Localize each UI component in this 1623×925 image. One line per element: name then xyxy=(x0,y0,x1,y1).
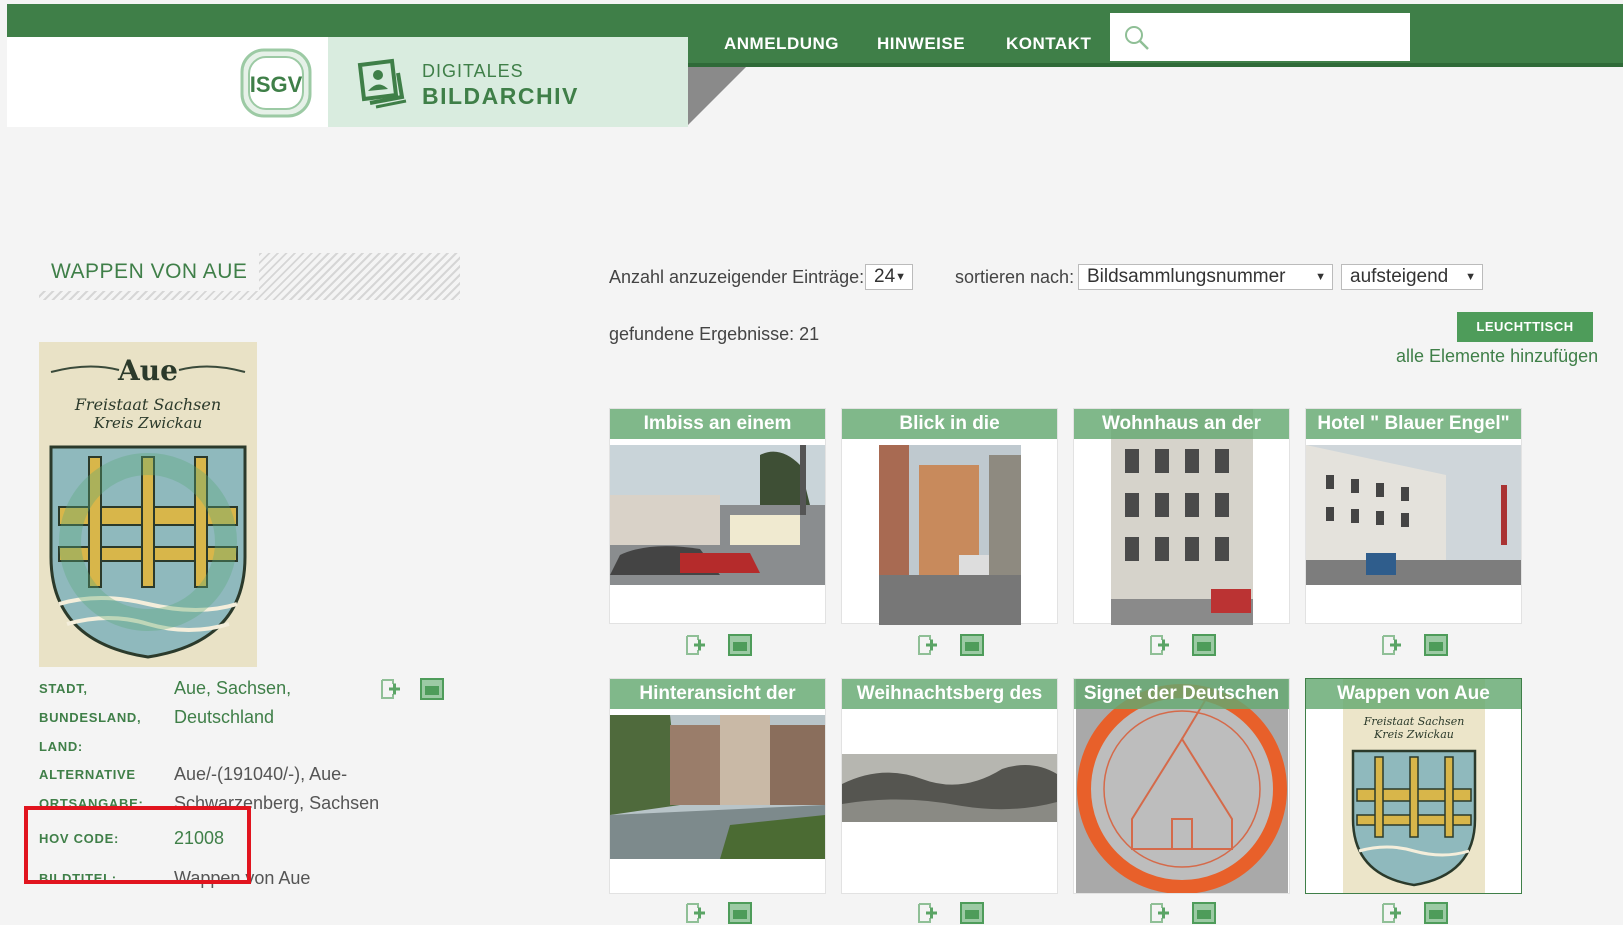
image-view-icon[interactable] xyxy=(420,677,445,701)
add-to-lighttable-icon[interactable] xyxy=(683,633,707,657)
search-icon[interactable] xyxy=(1124,25,1150,51)
isgv-logo-text: ISGV xyxy=(250,72,303,97)
sort-label: sortieren nach: xyxy=(955,267,1075,287)
photo-archive-icon xyxy=(357,58,407,109)
brand-line1: DIGITALES xyxy=(422,61,524,81)
result-image xyxy=(610,715,825,859)
result-actions-6 xyxy=(841,901,1058,925)
nav-anmeldung[interactable]: ANMELDUNG xyxy=(724,34,839,54)
entries-select[interactable]: 24 ▼ xyxy=(865,264,913,290)
result-image: Freistaat Sachsen Kreis Zwickau xyxy=(1343,679,1485,893)
sort-order-value: aufsteigend xyxy=(1350,266,1449,287)
add-to-lighttable-icon[interactable] xyxy=(1379,901,1403,925)
result-tile-8[interactable]: Wappen von Aue Freistaat Sachsen Kreis Z… xyxy=(1305,678,1522,894)
add-to-lighttable-icon[interactable] xyxy=(915,633,939,657)
image-view-icon[interactable] xyxy=(959,633,984,657)
result-actions-1 xyxy=(609,633,826,657)
chevron-down-icon: ▼ xyxy=(1465,271,1476,283)
chevron-down-icon: ▼ xyxy=(895,271,906,283)
sort-order-select[interactable]: aufsteigend ▼ xyxy=(1341,264,1483,290)
results-count: gefundene Ergebnisse: 21 xyxy=(609,324,820,344)
coat-caption-state: Freistaat Sachsen xyxy=(74,395,221,414)
result-title: Signet der Deutschen xyxy=(1074,679,1289,709)
result-actions-3 xyxy=(1073,633,1290,657)
record-title: WAPPEN VON AUE xyxy=(39,253,260,291)
image-view-icon[interactable] xyxy=(727,633,752,657)
result-coat-caption-state: Freistaat Sachsen xyxy=(1363,715,1465,728)
isgv-logo[interactable]: ISGV xyxy=(240,48,312,118)
coat-caption-district: Kreis Zwickau xyxy=(93,414,203,432)
result-image xyxy=(1306,445,1521,585)
add-to-lighttable-icon[interactable] xyxy=(1147,901,1171,925)
image-view-icon[interactable] xyxy=(959,901,984,925)
result-actions-4 xyxy=(1305,633,1522,657)
result-image xyxy=(1111,409,1253,625)
add-all-link[interactable]: alle Elemente hinzufügen xyxy=(1396,346,1598,367)
entries-select-value: 24 xyxy=(874,266,896,287)
meta-label-hov-code: HOV CODE: xyxy=(39,831,119,846)
search-input[interactable] xyxy=(1158,21,1402,53)
nav-underline xyxy=(688,63,1623,67)
result-actions-7 xyxy=(1073,901,1290,925)
meta-value-title: Wappen von Aue xyxy=(174,868,311,888)
meta-label-alternative: ALTERNATIVE ORTSANGABE: xyxy=(39,767,144,811)
meta-label-location: STADT, BUNDESLAND, LAND: xyxy=(39,681,142,754)
brand-banner[interactable]: DIGITALES BILDARCHIV xyxy=(328,37,688,127)
result-coat-caption-district: Kreis Zwickau xyxy=(1373,728,1454,741)
record-main-image[interactable]: Aue Freistaat Sachsen Kreis Zwickau xyxy=(39,342,257,667)
result-tile-3[interactable]: Wohnhaus an der xyxy=(1073,408,1290,625)
add-to-lighttable-icon[interactable] xyxy=(683,901,707,925)
result-tile-7[interactable]: Signet der Deutschen xyxy=(1073,678,1290,894)
result-actions-5 xyxy=(609,901,826,925)
add-to-lighttable-icon[interactable] xyxy=(915,901,939,925)
image-view-icon[interactable] xyxy=(1423,633,1448,657)
meta-label-title: BILDTITEL: xyxy=(39,871,117,886)
result-image xyxy=(879,445,1021,625)
result-tile-1[interactable]: Imbiss an einem xyxy=(609,408,826,624)
meta-value-location[interactable]: Aue, Sachsen, Deutschland xyxy=(174,674,394,732)
image-view-icon[interactable] xyxy=(727,901,752,925)
sort-field-select[interactable]: Bildsammlungsnummer ▼ xyxy=(1078,264,1333,290)
result-image xyxy=(610,445,825,585)
result-actions-8 xyxy=(1305,901,1522,925)
result-title: Hotel " Blauer Engel" xyxy=(1306,409,1521,439)
entries-label: Anzahl anzuzeigender Einträge: xyxy=(609,267,865,287)
brand-line2: BILDARCHIV xyxy=(422,83,579,109)
result-image xyxy=(1076,679,1288,893)
coat-caption-aue: Aue xyxy=(117,354,178,387)
sort-field-value: Bildsammlungsnummer xyxy=(1087,266,1286,287)
lighttable-button[interactable]: LEUCHTTISCH xyxy=(1457,312,1593,342)
result-image xyxy=(842,754,1057,822)
result-title: Imbiss an einem xyxy=(610,409,825,439)
add-to-lighttable-icon[interactable] xyxy=(1147,633,1171,657)
result-title: Weihnachtsberg des xyxy=(842,679,1057,709)
brand-tail xyxy=(688,67,746,125)
record-title-bar: WAPPEN VON AUE xyxy=(39,253,460,300)
nav-hinweise[interactable]: HINWEISE xyxy=(877,34,965,54)
meta-value-alternative: Aue/-(191040/-), Aue-Schwarzenberg, Sach… xyxy=(174,764,380,813)
chevron-down-icon: ▼ xyxy=(1315,271,1326,283)
result-title: Wohnhaus an der xyxy=(1074,409,1289,439)
meta-value-hov-code: 21008 xyxy=(174,828,225,848)
result-tile-5[interactable]: Hinteransicht der xyxy=(609,678,826,894)
result-actions-2 xyxy=(841,633,1058,657)
image-view-icon[interactable] xyxy=(1423,901,1448,925)
image-view-icon[interactable] xyxy=(1191,633,1216,657)
add-to-lighttable-icon[interactable] xyxy=(1379,633,1403,657)
result-tile-4[interactable]: Hotel " Blauer Engel" xyxy=(1305,408,1522,624)
nav-kontakt[interactable]: KONTAKT xyxy=(1006,34,1091,54)
result-title: Hinteransicht der xyxy=(610,679,825,709)
search-box[interactable] xyxy=(1110,13,1410,61)
image-view-icon[interactable] xyxy=(1191,901,1216,925)
coat-of-arms-image: Aue Freistaat Sachsen Kreis Zwickau xyxy=(39,342,257,667)
result-tile-2[interactable]: Blick in die xyxy=(841,408,1058,625)
result-title: Wappen von Aue xyxy=(1306,679,1521,709)
result-title: Blick in die xyxy=(842,409,1057,439)
result-tile-6[interactable]: Weihnachtsberg des xyxy=(841,678,1058,894)
